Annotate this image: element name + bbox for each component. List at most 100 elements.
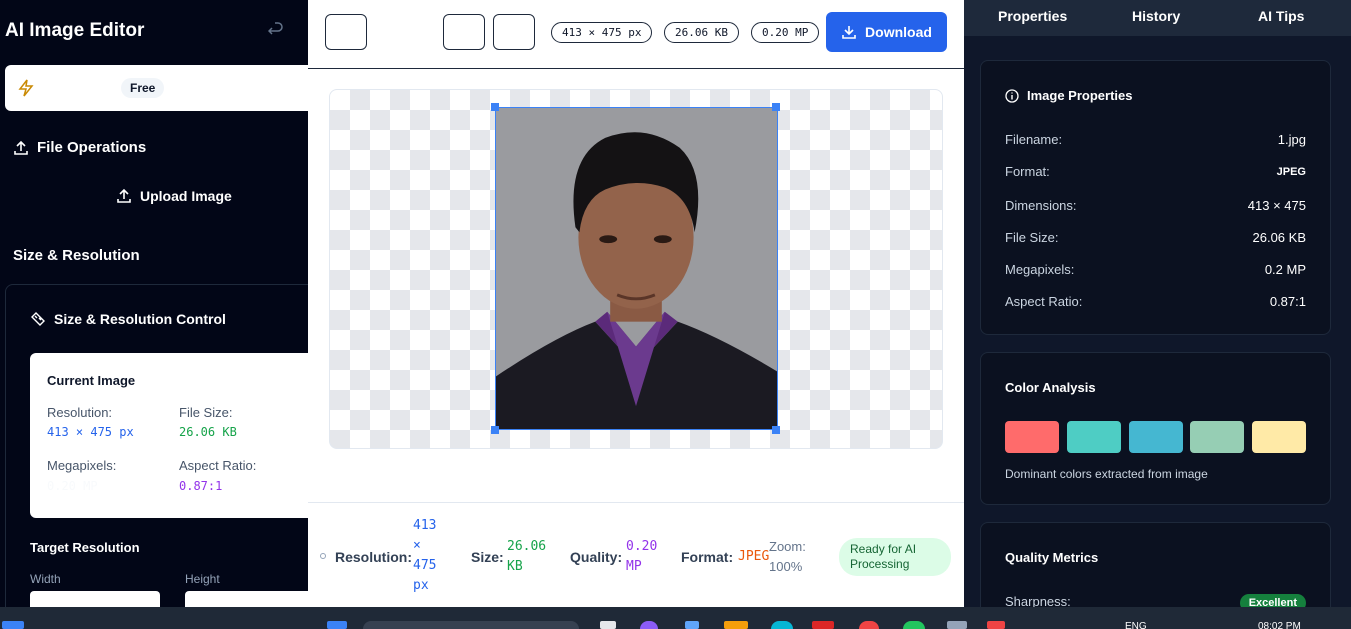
target-resolution-heading: Target Resolution xyxy=(30,540,140,555)
resize-handle-top-right[interactable] xyxy=(772,103,780,111)
color-analysis-caption: Dominant colors extracted from image xyxy=(1005,467,1208,481)
size-control-heading: Size & Resolution Control xyxy=(30,311,226,327)
prop-format-value: JPEG xyxy=(1276,166,1306,178)
filesize-value: 26.06 KB xyxy=(179,425,237,439)
height-label: Height xyxy=(185,572,220,586)
status-size-line: 26.06 xyxy=(507,539,547,554)
status-resolution-line: 475 xyxy=(413,558,437,573)
resolution-value: 413 × 475 px xyxy=(47,425,134,439)
upload-image-button[interactable]: Upload Image xyxy=(116,188,232,204)
upload-icon xyxy=(117,188,131,203)
status-resolution-value: 413 × 475 px xyxy=(413,516,436,596)
megapixels-pill: 0.20 MP xyxy=(751,22,820,43)
prop-aspect-value: 0.87:1 xyxy=(1269,294,1306,309)
prop-filesize-value: 26.06 KB xyxy=(1252,230,1307,245)
status-quality-value: 0.20 MP xyxy=(626,537,657,577)
plan-card[interactable]: Free xyxy=(5,65,308,111)
color-swatch[interactable] xyxy=(1129,421,1183,453)
color-swatch[interactable] xyxy=(1190,421,1244,453)
status-format-value: JPEG xyxy=(738,549,770,564)
windows-start-icon[interactable] xyxy=(2,621,24,629)
prop-filename-value: 1.jpg xyxy=(1277,132,1306,147)
current-image-panel: Current Image Resolution: 413 × 475 px F… xyxy=(30,353,308,518)
megapixels-value: 0.20 MP xyxy=(47,479,98,493)
tab-ai-tips[interactable]: AI Tips xyxy=(1258,8,1304,24)
taskbar-language[interactable]: ENG xyxy=(1125,621,1147,629)
quality-metrics-heading: Quality Metrics xyxy=(1005,550,1099,565)
app-title: AI Image Editor xyxy=(5,20,145,41)
taskbar-app-icon[interactable] xyxy=(640,621,658,629)
size-resolution-label: Size & Resolution xyxy=(13,247,140,264)
resolution-label: Resolution: xyxy=(47,405,113,420)
toolbar-button-2[interactable] xyxy=(443,14,485,50)
status-dot-icon xyxy=(320,553,326,559)
status-quality-line: MP xyxy=(626,559,642,574)
download-button[interactable]: Download xyxy=(826,12,947,52)
status-zoom-line: 100% xyxy=(769,559,803,574)
taskbar-search-box[interactable] xyxy=(363,621,579,629)
taskbar-app-icon[interactable] xyxy=(600,621,616,629)
dimensions-pill: 413 × 475 px xyxy=(551,22,653,43)
resize-handle-bottom-left[interactable] xyxy=(491,426,499,434)
taskbar-app-icon[interactable] xyxy=(987,621,1005,629)
bolt-icon xyxy=(18,79,34,97)
ruler-icon xyxy=(31,312,45,326)
image-properties-card: Image Properties Filename: 1.jpg Format:… xyxy=(980,60,1331,335)
download-icon xyxy=(842,26,856,39)
color-analysis-heading: Color Analysis xyxy=(1005,380,1096,395)
status-size-value: 26.06 KB xyxy=(507,537,546,577)
status-size-line: KB xyxy=(507,559,523,574)
prop-dimensions-value: 413 × 475 xyxy=(1247,198,1306,213)
status-resolution-line: 413 xyxy=(413,518,437,533)
taskbar-app-icon[interactable] xyxy=(812,621,834,629)
status-zoom: Zoom: 100% xyxy=(769,537,806,577)
os-taskbar: ENG 08:02 PM xyxy=(0,607,1351,629)
image-properties-heading: Image Properties xyxy=(1005,88,1133,103)
aspect-label: Aspect Ratio: xyxy=(179,458,257,473)
status-format-label: Format: xyxy=(681,549,734,565)
color-swatch[interactable] xyxy=(1005,421,1059,453)
size-control-label: Size & Resolution Control xyxy=(54,311,226,327)
taskbar-app-icon[interactable] xyxy=(771,621,793,629)
upload-icon xyxy=(14,140,28,155)
color-swatch[interactable] xyxy=(1067,421,1121,453)
taskbar-app-icon[interactable] xyxy=(724,621,748,629)
tab-history[interactable]: History xyxy=(1132,8,1180,24)
prop-filesize-label: File Size: xyxy=(1005,230,1059,245)
plan-badge: Free xyxy=(121,78,165,98)
undo-icon[interactable] xyxy=(268,22,284,38)
status-bar: Resolution: 413 × 475 px Size: 26.06 KB … xyxy=(308,502,964,607)
taskbar-app-icon[interactable] xyxy=(859,621,879,629)
taskbar-app-icon[interactable] xyxy=(327,621,347,629)
toolbar-button-1[interactable] xyxy=(325,14,367,50)
tab-properties[interactable]: Properties xyxy=(998,8,1067,24)
megapixels-label: Megapixels: xyxy=(47,458,117,473)
taskbar-clock[interactable]: 08:02 PM xyxy=(1258,621,1301,629)
taskbar-app-icon[interactable] xyxy=(685,621,699,629)
panel-tabs: Properties History AI Tips xyxy=(964,0,1351,36)
image-canvas[interactable] xyxy=(329,89,943,449)
editor-toolbar: 413 × 475 px 26.06 KB 0.20 MP Download xyxy=(308,0,964,69)
taskbar-app-icon[interactable] xyxy=(947,621,967,629)
width-input[interactable] xyxy=(30,591,160,607)
color-swatch[interactable] xyxy=(1252,421,1306,453)
app-root: AI Image Editor Free File Operations Upl… xyxy=(0,0,1351,629)
portrait-photo[interactable] xyxy=(495,107,778,430)
status-resolution-line: px xyxy=(413,578,429,593)
toolbar-button-3[interactable] xyxy=(493,14,535,50)
resize-handle-top-left[interactable] xyxy=(491,103,499,111)
download-label: Download xyxy=(865,24,932,40)
ready-line: Ready for AI xyxy=(850,542,917,556)
height-input[interactable] xyxy=(185,591,308,607)
prop-megapixels-label: Megapixels: xyxy=(1005,262,1075,277)
ready-line: Processing xyxy=(850,557,910,571)
status-size-label: Size: xyxy=(471,549,504,565)
taskbar-app-icon[interactable] xyxy=(903,621,925,629)
prop-dimensions-label: Dimensions: xyxy=(1005,198,1077,213)
current-image-heading: Current Image xyxy=(47,373,136,388)
resize-handle-bottom-right[interactable] xyxy=(772,426,780,434)
image-properties-label: Image Properties xyxy=(1027,88,1133,103)
filesize-pill: 26.06 KB xyxy=(664,22,739,43)
ready-status-badge: Ready for AI Processing xyxy=(839,538,951,576)
file-operations-heading: File Operations xyxy=(13,139,146,156)
